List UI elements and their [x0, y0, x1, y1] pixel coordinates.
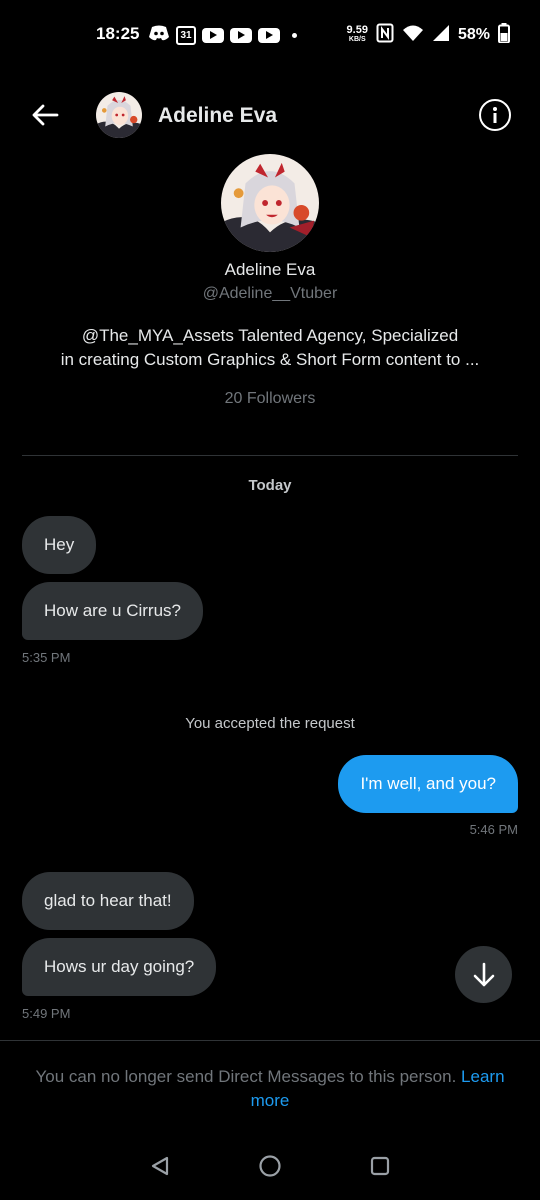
message-bubble-incoming[interactable]: Hey	[22, 516, 97, 574]
message-text: How are u Cirrus?	[44, 601, 181, 620]
nav-back-button[interactable]	[148, 1154, 172, 1178]
profile-avatar[interactable]	[221, 154, 319, 252]
nfc-icon	[376, 23, 394, 48]
youtube-icon	[258, 27, 280, 43]
message-timestamp: 5:35 PM	[22, 650, 71, 665]
back-button[interactable]	[28, 99, 62, 131]
message-bubble-outgoing[interactable]: I'm well, and you?	[338, 755, 518, 813]
info-button[interactable]	[479, 99, 511, 131]
conversation-header: Adeline Eva	[0, 86, 540, 144]
info-icon	[493, 107, 497, 123]
header-avatar[interactable]	[96, 92, 142, 138]
avatar-image	[221, 154, 319, 252]
wifi-icon	[402, 24, 424, 47]
dm-restricted-notice: You can no longer send Direct Messages t…	[30, 1065, 510, 1113]
profile-name: Adeline Eva	[224, 260, 316, 279]
battery-percent: 58%	[457, 26, 490, 43]
notification-dot	[292, 32, 297, 38]
system-nav-bar	[0, 1138, 540, 1194]
status-bar: 18:25 31 9.59 KB/S 58%	[0, 0, 540, 72]
notice-text: You can no longer send Direct Messages t…	[35, 1067, 457, 1086]
net-speed: 9.59 KB/S	[346, 24, 368, 44]
youtube-icon	[230, 27, 252, 43]
circle-home-icon	[259, 1155, 281, 1177]
battery-icon	[498, 22, 510, 48]
message-text: Hows ur day going?	[44, 957, 195, 976]
avatar-image	[96, 92, 142, 138]
message-bubble-incoming[interactable]: glad to hear that!	[22, 872, 194, 930]
bio-line: in creating Custom Graphics & Short Form…	[60, 350, 480, 369]
divider	[22, 455, 518, 456]
status-system-icons: 9.59 KB/S 58%	[346, 22, 510, 48]
divider	[0, 1040, 540, 1041]
followers-count[interactable]: 20 Followers	[0, 390, 540, 408]
nav-recents-button[interactable]	[368, 1154, 392, 1178]
message-timestamp: 5:46 PM	[469, 822, 518, 837]
header-name[interactable]: Adeline Eva	[158, 104, 277, 128]
date-separator: Today	[248, 477, 292, 494]
bio-line: @The_MYA_Assets Talented Agency, Special…	[81, 326, 459, 345]
triangle-back-icon	[151, 1156, 169, 1176]
profile-handle: @Adeline__Vtuber	[202, 285, 338, 302]
profile-bio: @The_MYA_Assets Talented Agency, Special…	[30, 324, 510, 372]
discord-icon	[148, 24, 170, 47]
scroll-to-bottom-button[interactable]	[455, 946, 512, 1003]
message-text: Hey	[44, 535, 75, 554]
system-message: You accepted the request	[185, 715, 355, 732]
message-bubble-incoming[interactable]: How are u Cirrus?	[22, 582, 203, 640]
message-text: I'm well, and you?	[360, 774, 496, 793]
arrow-left-icon	[32, 104, 59, 126]
nav-home-button[interactable]	[258, 1154, 282, 1178]
status-time: 18:25	[96, 24, 140, 43]
signal-icon	[432, 24, 450, 47]
arrow-down-icon	[473, 962, 494, 986]
message-text: glad to hear that!	[44, 891, 172, 910]
square-recents-icon	[370, 1156, 390, 1176]
status-notification-icons: 31	[148, 24, 297, 46]
calendar-icon: 31	[176, 25, 196, 45]
message-timestamp: 5:49 PM	[22, 1006, 71, 1021]
youtube-icon	[202, 27, 224, 43]
message-bubble-incoming[interactable]: Hows ur day going?	[22, 938, 217, 996]
